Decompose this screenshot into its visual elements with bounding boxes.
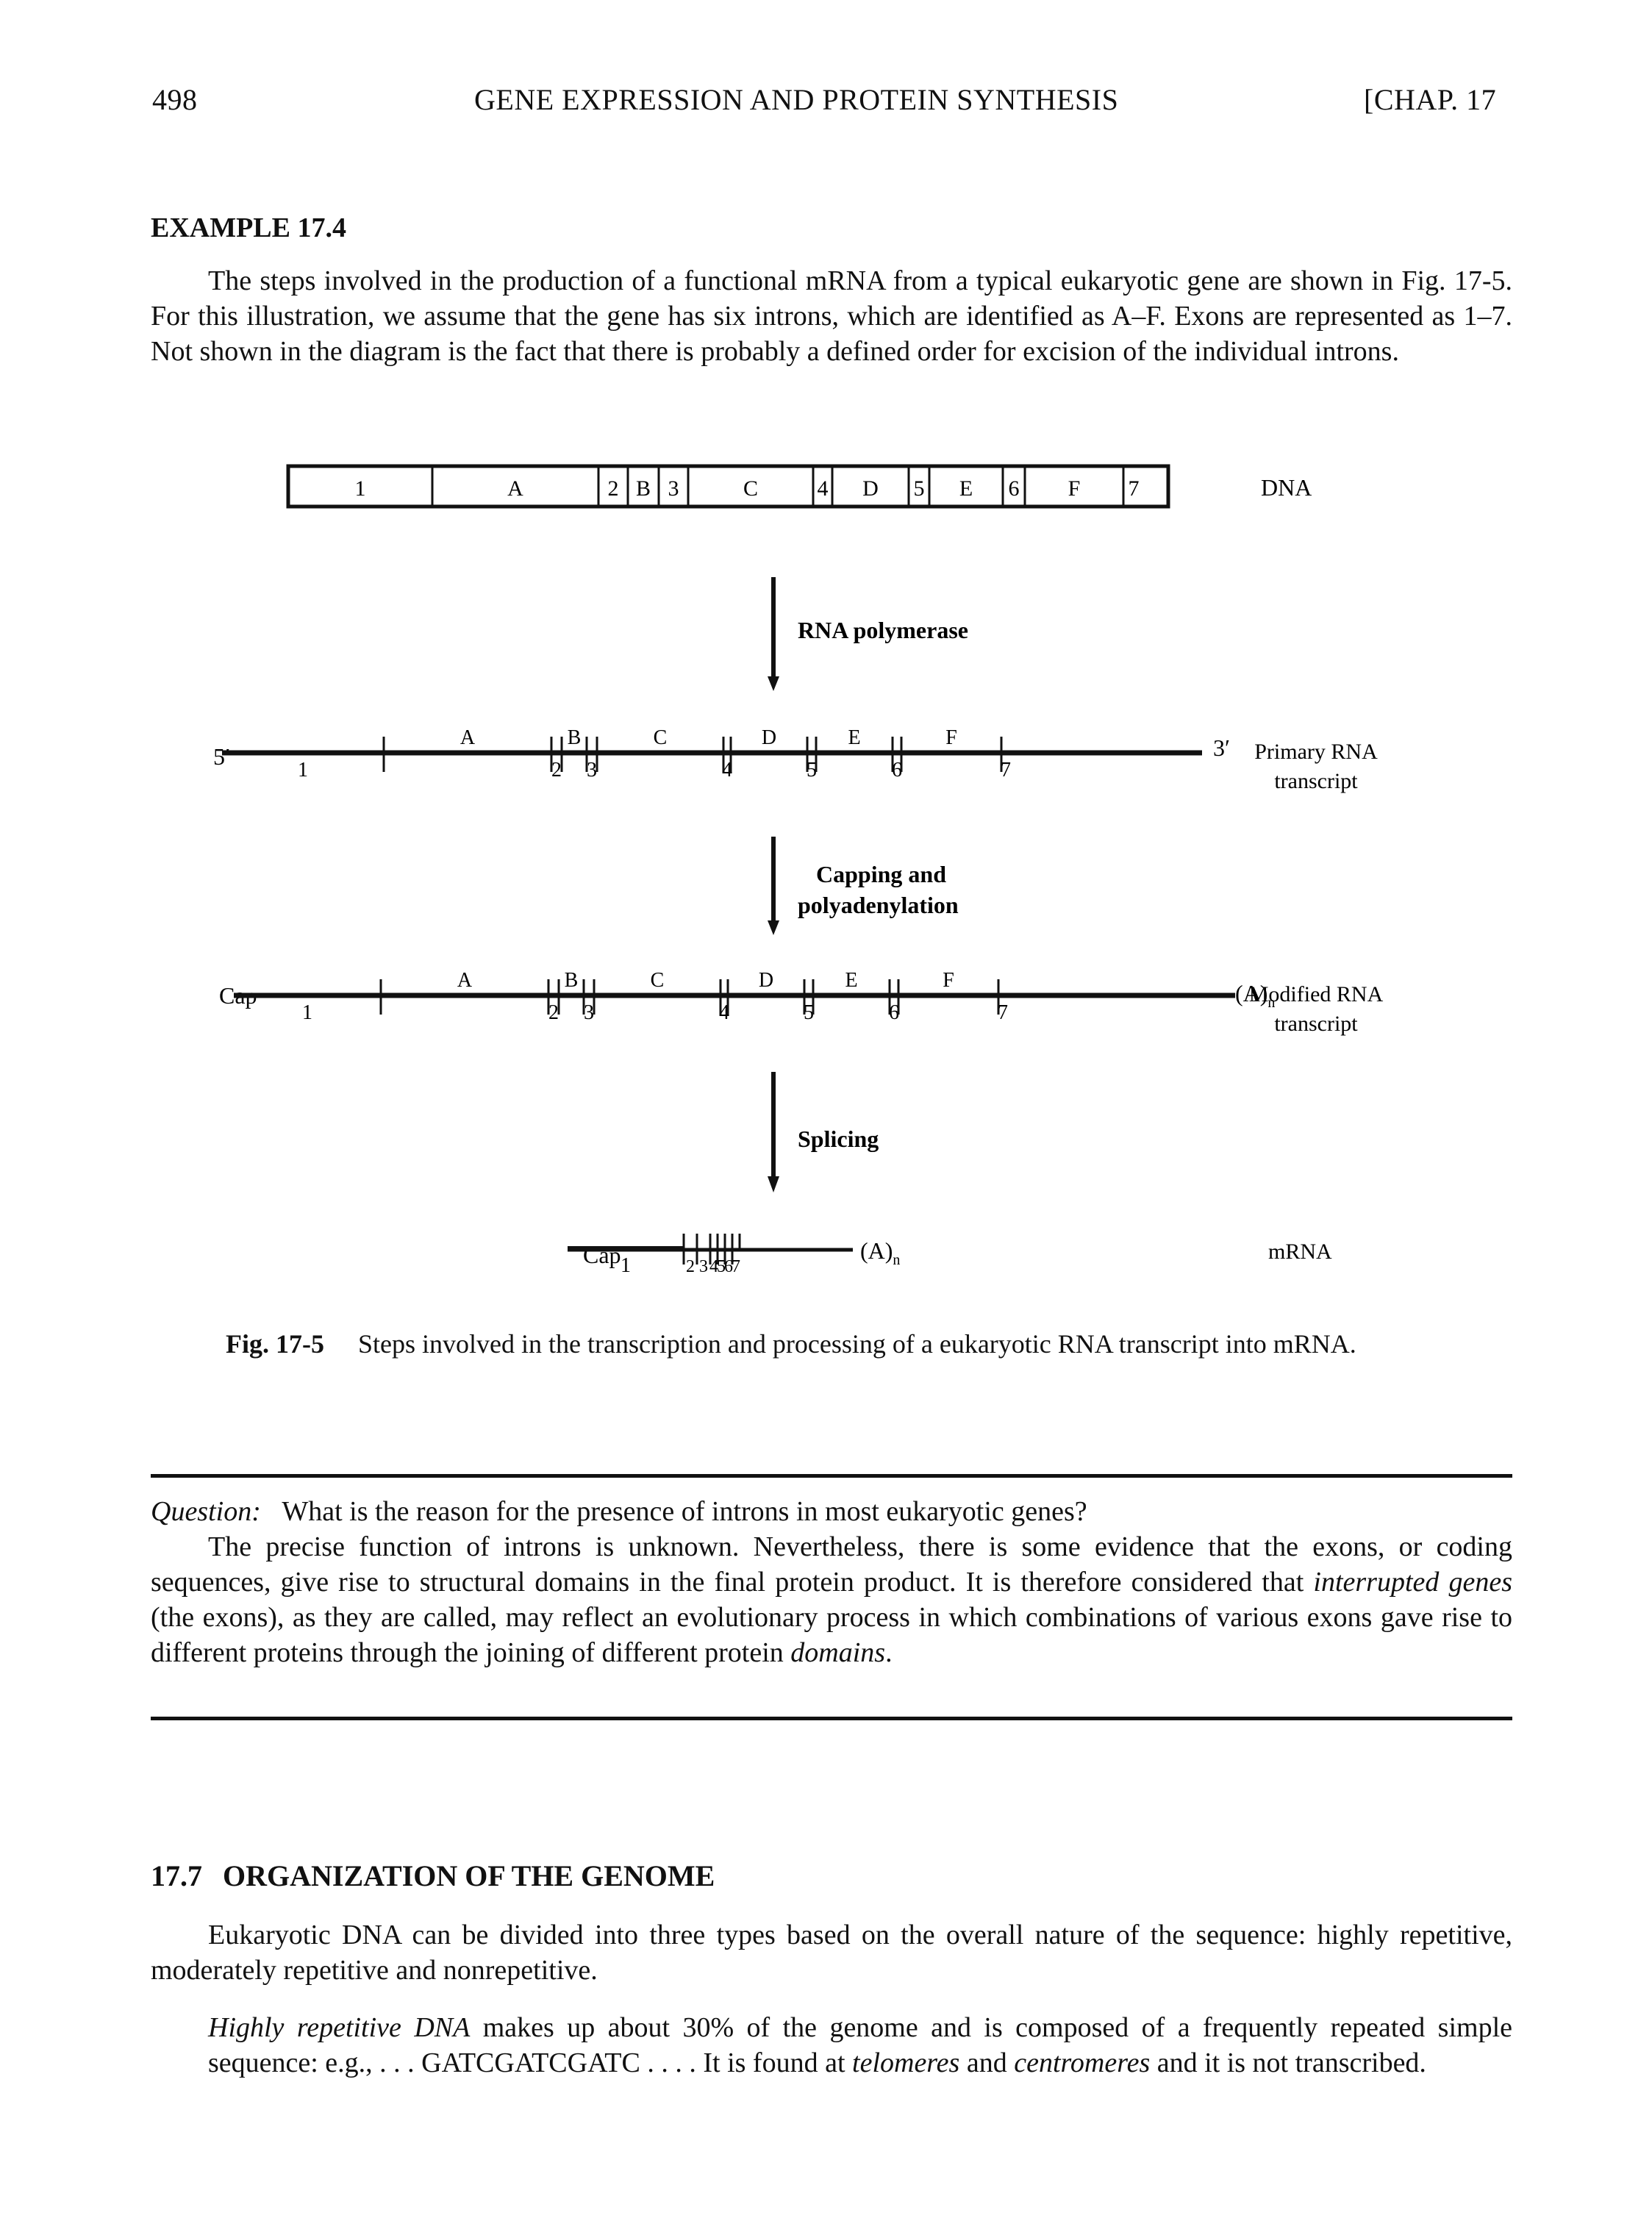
figure-caption-label: Fig. 17-5 [226, 1329, 324, 1359]
dna-intron-label: C [743, 476, 758, 501]
dna-intron-label: E [959, 476, 973, 501]
mrna-cap-label: Cap [583, 1242, 621, 1268]
figure-17-5: 1A2B3C4D5E6F7 DNA RNA polymerase 5′ 1A2B… [213, 464, 1384, 1277]
section-paragraph-1: Eukaryotic DNA can be divided into three… [151, 1920, 1512, 1986]
chapter-label: [CHAP. 17 [1364, 83, 1497, 116]
primary-transcript-row: 5′ 1A2B3C4D5E6F7 3′ Primary RNA transcri… [213, 726, 1378, 793]
dna-exon-label: 6 [1009, 476, 1020, 501]
dna-exon-label: 3 [668, 476, 679, 501]
exon-label: 2 [548, 1001, 559, 1024]
step-splicing: Splicing [798, 1126, 879, 1152]
question-line: Question: What is the reason for the pre… [151, 1494, 1512, 1529]
section-number: 17.7 [151, 1859, 202, 1892]
three-prime-label: 3′ [1213, 734, 1230, 761]
arrowhead-1-icon [768, 676, 779, 691]
dna-exon-label: 5 [914, 476, 925, 501]
mrna-exon-label: 7 [732, 1257, 740, 1276]
intron-label: E [848, 726, 860, 749]
dna-box [286, 464, 1170, 509]
modified-label-line2: transcript [1274, 1012, 1358, 1036]
exon-label: 3 [584, 1001, 594, 1024]
arrowhead-2-icon [768, 920, 779, 935]
modified-transcript-row: Cap 1A2B3C4D5E6F7 (A)n Modified RNA tran… [219, 969, 1384, 1036]
step-rna-polymerase: RNA polymerase [798, 617, 968, 643]
dna-label: DNA [1261, 474, 1312, 501]
five-prime-label: 5′ [213, 743, 230, 770]
exon-label: 7 [1001, 759, 1011, 781]
term-telomeres: telomeres [852, 2047, 960, 2078]
dna-exon-label: 1 [355, 476, 366, 501]
intron-label: F [945, 726, 957, 749]
term-domains: domains [790, 1637, 886, 1668]
dna-intron-label: A [507, 476, 523, 501]
mrna-exon-label: 1 [621, 1254, 631, 1277]
term-interrupted-genes: interrupted genes [1313, 1567, 1512, 1598]
intron-label: D [762, 726, 776, 749]
intron-label: B [568, 726, 582, 749]
intron-label: C [651, 969, 665, 992]
intron-label: A [460, 726, 476, 749]
intron-label: A [457, 969, 473, 992]
arrowhead-3-icon [768, 1176, 779, 1192]
section-heading: 17.7 ORGANIZATION OF THE GENOME [151, 1859, 715, 1893]
page-number: 498 [152, 83, 198, 116]
exon-label: 1 [302, 1001, 312, 1024]
intron-label: C [654, 726, 668, 749]
section-title: ORGANIZATION OF THE GENOME [223, 1859, 715, 1892]
exon-label: 2 [551, 759, 562, 781]
example-text: The steps involved in the production of … [151, 265, 1512, 367]
dna-row: 1 A 2B3 C 4 D 5 E 6 F 7 DNA [286, 464, 1312, 509]
intron-label: D [759, 969, 773, 992]
example-paragraph: The steps involved in the production of … [151, 263, 1512, 369]
dna-exon-label: 2 [608, 476, 619, 501]
intron-label: F [943, 969, 954, 992]
question-top-rule [151, 1474, 1512, 1478]
dna-intron-label: F [1068, 476, 1081, 501]
mrna-exon-label: 2 [686, 1257, 695, 1276]
mrna-polya-label: (A)n [860, 1237, 900, 1268]
exon-label: 3 [587, 759, 597, 781]
term-centromeres: centromeres [1014, 2047, 1151, 2078]
section-paragraph-2: Highly repetitive DNA makes up about 30%… [208, 2012, 1512, 2078]
primary-label-line1: Primary RNA [1254, 740, 1378, 764]
dna-exon-label: 7 [1129, 476, 1140, 501]
dna-intron-label: B [636, 476, 651, 501]
mrna-exon-label: 3 [699, 1257, 708, 1276]
intron-label: E [845, 969, 857, 992]
term-highly-repetitive-dna: Highly repetitive DNA [208, 2012, 471, 2043]
step-capping-line2: polyadenylation [798, 892, 959, 918]
answer-paragraph: The precise function of introns is unkno… [151, 1531, 1512, 1668]
step-capping-line1: Capping and [816, 861, 946, 887]
dna-intron-label: D [862, 476, 879, 501]
figure-caption-text: Steps involved in the transcription and … [358, 1329, 1356, 1359]
running-title: GENE EXPRESSION AND PROTEIN SYNTHESIS [474, 83, 1119, 116]
exon-label: 1 [298, 759, 308, 781]
dna-exon-label: 4 [818, 476, 829, 501]
exon-label: 7 [998, 1001, 1008, 1024]
primary-label-line2: transcript [1274, 769, 1358, 793]
intron-label: B [565, 969, 579, 992]
modified-label-line1: Modified RNA [1249, 982, 1384, 1006]
question-bottom-rule [151, 1717, 1512, 1720]
mrna-label: mRNA [1268, 1240, 1332, 1264]
question-label: Question: [151, 1496, 261, 1527]
example-title: EXAMPLE 17.4 [151, 212, 346, 243]
question-text: What is the reason for the presence of i… [282, 1496, 1087, 1527]
mrna-row: Cap 1 2 3 4567 (A)n mRNA [568, 1234, 1332, 1277]
